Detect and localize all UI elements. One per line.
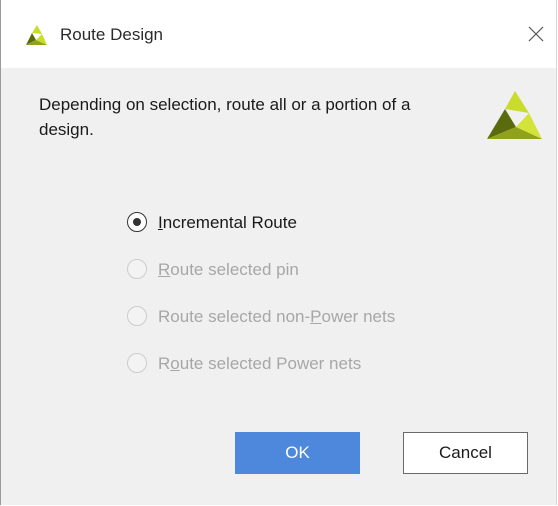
radio-unselected-icon[interactable] <box>127 353 147 373</box>
vivado-logo-icon <box>23 23 47 47</box>
window-title: Route Design <box>60 25 164 44</box>
radio-option-label: Route selected Power nets <box>158 353 361 375</box>
radio-option-label: Incremental Route <box>158 212 297 234</box>
dialog-description: Depending on selection, route all or a p… <box>39 95 411 139</box>
radio-option-label: Route selected pin <box>158 259 299 281</box>
radio-option[interactable]: Incremental Route <box>126 208 486 238</box>
radio-selected-icon[interactable] <box>127 212 147 232</box>
label-suffix: oute selected pin <box>170 260 299 279</box>
close-icon <box>528 26 544 42</box>
radio-unselected-icon[interactable] <box>127 306 147 326</box>
label-suffix: ncremental Route <box>162 213 297 232</box>
label-prefix: R <box>158 354 171 373</box>
ok-button[interactable]: OK <box>235 432 360 474</box>
mnemonic-letter: P <box>310 307 322 326</box>
mnemonic-letter: o <box>170 354 180 373</box>
close-button[interactable] <box>516 14 556 54</box>
mnemonic-letter: R <box>158 260 171 279</box>
label-suffix: ute selected Power nets <box>179 354 362 373</box>
radio-option[interactable]: Route selected Power nets <box>126 349 486 379</box>
radio-option[interactable]: Route selected non-Power nets <box>126 302 486 332</box>
radio-unselected-icon[interactable] <box>127 259 147 279</box>
cancel-button[interactable]: Cancel <box>403 432 528 474</box>
route-design-dialog: Route Design Depending on selection, rou… <box>0 0 557 505</box>
label-suffix: ower nets <box>321 307 396 326</box>
label-prefix: Route selected non- <box>158 307 311 326</box>
title-bar: Route Design <box>1 0 556 68</box>
vivado-logo <box>485 85 543 143</box>
radio-option-label: Route selected non-Power nets <box>158 306 395 328</box>
radio-option[interactable]: Route selected pin <box>126 255 486 285</box>
radio-dot-icon <box>133 218 141 226</box>
